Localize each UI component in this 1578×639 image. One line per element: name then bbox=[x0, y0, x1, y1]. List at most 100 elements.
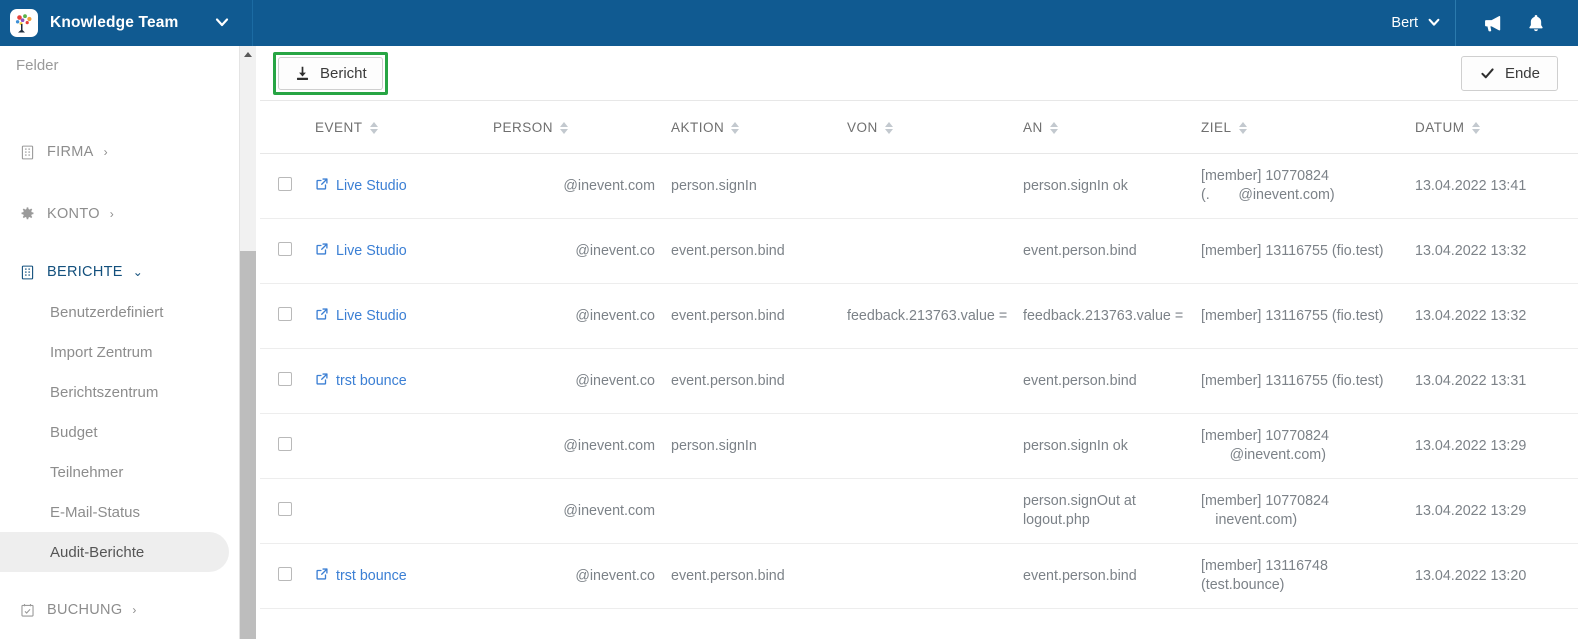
row-checkbox-cell bbox=[260, 153, 315, 219]
cell-von: feedback.213763.value = bbox=[847, 283, 1023, 349]
table-header-row: EVENT PERSON AKTION VON AN ZIEL DATUM bbox=[260, 101, 1578, 154]
sidebar-item-email-status[interactable]: E-Mail-Status bbox=[0, 492, 229, 532]
event-link-label: Live Studio bbox=[336, 178, 407, 194]
table-row[interactable]: @inevent.com person.signOut at logout.php… bbox=[260, 478, 1578, 544]
cell-datum: 13.04.2022 13:29 bbox=[1415, 478, 1578, 544]
sidebar-scrollbar[interactable] bbox=[239, 46, 256, 639]
column-header-an[interactable]: AN bbox=[1023, 101, 1201, 154]
scrollbar-thumb[interactable] bbox=[240, 251, 256, 639]
cell-aktion: event.person.bind bbox=[671, 543, 847, 609]
event-link[interactable]: Live Studio bbox=[315, 307, 407, 325]
bell-icon[interactable] bbox=[1514, 0, 1558, 46]
sidebar-group-buchung[interactable]: BUCHUNG › bbox=[0, 590, 239, 630]
cell-an: person.signIn ok bbox=[1023, 153, 1201, 219]
ziel-line-1: [member] 13116755 (fio.test) bbox=[1201, 372, 1384, 389]
cell-datum: 13.04.2022 13:20 bbox=[1415, 543, 1578, 609]
column-header-ziel[interactable]: ZIEL bbox=[1201, 101, 1415, 154]
cell-von bbox=[847, 543, 1023, 609]
row-checkbox[interactable] bbox=[278, 437, 292, 451]
table-row[interactable]: trst bounce @inevent.co event.person.bind e… bbox=[260, 348, 1578, 414]
sidebar-item-audit-berichte[interactable]: Audit-Berichte bbox=[0, 532, 229, 572]
gear-icon bbox=[16, 206, 38, 223]
user-menu[interactable]: Bert bbox=[1391, 0, 1456, 46]
end-button[interactable]: Ende bbox=[1460, 55, 1558, 91]
row-checkbox[interactable] bbox=[278, 242, 292, 256]
sidebar-item-teilnehmer[interactable]: Teilnehmer bbox=[0, 452, 229, 492]
sort-arrows-icon[interactable] bbox=[1049, 121, 1058, 134]
cell-ziel: [member] 10770824 @inevent.com) bbox=[1201, 413, 1415, 479]
cell-datum: 13.04.2022 13:31 bbox=[1415, 348, 1578, 414]
external-link-icon bbox=[315, 567, 329, 585]
sidebar-group-label: BERICHTE bbox=[47, 264, 123, 280]
cell-ziel: [member] 13116755 (fio.test) bbox=[1201, 348, 1415, 414]
sidebar-item-berichtszentrum[interactable]: Berichtszentrum bbox=[0, 372, 229, 412]
sidebar-item-label: Teilnehmer bbox=[50, 463, 124, 481]
cell-ziel: [member] 13116748 (test.bounce) bbox=[1201, 543, 1415, 609]
cell-datum: 13.04.2022 13:32 bbox=[1415, 283, 1578, 349]
check-icon bbox=[1479, 65, 1496, 82]
cell-event: trst bounce bbox=[315, 543, 493, 609]
event-link[interactable]: Live Studio bbox=[315, 177, 407, 195]
event-link[interactable]: trst bounce bbox=[315, 567, 407, 585]
ziel-line-1: [member] 10770824 bbox=[1201, 493, 1329, 509]
scroll-up-arrow-icon[interactable] bbox=[244, 52, 252, 57]
event-link[interactable]: Live Studio bbox=[315, 242, 407, 260]
external-link-icon bbox=[315, 307, 329, 325]
column-header-person[interactable]: PERSON bbox=[493, 101, 671, 154]
cell-von bbox=[847, 153, 1023, 219]
row-checkbox[interactable] bbox=[278, 502, 292, 516]
column-label: ZIEL bbox=[1201, 120, 1232, 135]
sort-arrows-icon[interactable] bbox=[731, 121, 740, 134]
table-row[interactable]: Live Studio @inevent.co event.person.bind f… bbox=[260, 283, 1578, 349]
ziel-line-1: [member] 13116748 (test.bounce) bbox=[1201, 558, 1328, 593]
event-link-label: trst bounce bbox=[336, 568, 407, 584]
sidebar-item-budget[interactable]: Budget bbox=[0, 412, 229, 452]
top-navigation-bar: Knowledge Team Bert bbox=[0, 0, 1578, 46]
event-link[interactable]: trst bounce bbox=[315, 372, 407, 390]
row-checkbox-cell bbox=[260, 478, 315, 544]
megaphone-icon[interactable] bbox=[1470, 0, 1514, 46]
cell-datum: 13.04.2022 13:41 bbox=[1415, 153, 1578, 219]
workspace-name: Knowledge Team bbox=[50, 14, 179, 31]
sidebar-group-firma[interactable]: FIRMA › bbox=[0, 132, 239, 172]
app-root: Knowledge Team Bert Felder FIRMA › KONTO… bbox=[0, 0, 1578, 639]
sidebar-item-benutzerdefiniert[interactable]: Benutzerdefiniert bbox=[0, 292, 229, 332]
sort-arrows-icon[interactable] bbox=[1471, 121, 1480, 134]
chevron-down-icon[interactable] bbox=[214, 14, 230, 32]
ziel-line-2: inevent.com) bbox=[1201, 512, 1298, 528]
top-right-actions: Bert bbox=[1391, 0, 1578, 46]
cell-ziel: [member] 10770824 inevent.com) bbox=[1201, 478, 1415, 544]
workspace-selector[interactable]: Knowledge Team bbox=[0, 0, 253, 46]
table-row[interactable]: @inevent.com person.signIn person.signIn o… bbox=[260, 413, 1578, 479]
table-body: Live Studio @inevent.com person.signIn pers… bbox=[260, 153, 1578, 609]
sidebar-item-label: Budget bbox=[50, 423, 98, 441]
report-button[interactable]: Bericht bbox=[278, 56, 383, 90]
row-checkbox[interactable] bbox=[278, 372, 292, 386]
cell-event bbox=[315, 478, 493, 544]
sort-arrows-icon[interactable] bbox=[1238, 121, 1247, 134]
column-header-aktion[interactable]: AKTION bbox=[671, 101, 847, 154]
sidebar-item-felder[interactable]: Felder bbox=[0, 46, 239, 84]
row-checkbox[interactable] bbox=[278, 307, 292, 321]
sidebar-group-konto[interactable]: KONTO › bbox=[0, 194, 239, 234]
row-checkbox-cell bbox=[260, 413, 315, 479]
table-row[interactable]: Live Studio @inevent.co event.person.bind e… bbox=[260, 218, 1578, 284]
column-header-datum[interactable]: DATUM bbox=[1415, 101, 1578, 154]
event-link-label: trst bounce bbox=[336, 373, 407, 389]
sort-arrows-icon[interactable] bbox=[369, 121, 378, 134]
chevron-down-icon: ⌄ bbox=[132, 265, 144, 279]
end-button-label: Ende bbox=[1504, 64, 1540, 82]
row-checkbox[interactable] bbox=[278, 567, 292, 581]
sidebar-item-import-zentrum[interactable]: Import Zentrum bbox=[0, 332, 229, 372]
cell-ziel: [member] 10770824 (. @inevent.com) bbox=[1201, 153, 1415, 219]
row-checkbox[interactable] bbox=[278, 177, 292, 191]
sidebar-group-berichte[interactable]: BERICHTE ⌄ bbox=[0, 252, 239, 292]
table-row[interactable]: trst bounce @inevent.co event.person.bind e… bbox=[260, 543, 1578, 609]
column-header-event[interactable]: EVENT bbox=[315, 101, 493, 154]
ziel-line-1: [member] 10770824 bbox=[1201, 428, 1329, 444]
sort-arrows-icon[interactable] bbox=[884, 121, 893, 134]
table-row[interactable]: Live Studio @inevent.com person.signIn pers… bbox=[260, 153, 1578, 219]
ziel-line-1: [member] 13116755 (fio.test) bbox=[1201, 242, 1384, 259]
column-header-von[interactable]: VON bbox=[847, 101, 1023, 154]
sort-arrows-icon[interactable] bbox=[560, 121, 569, 134]
